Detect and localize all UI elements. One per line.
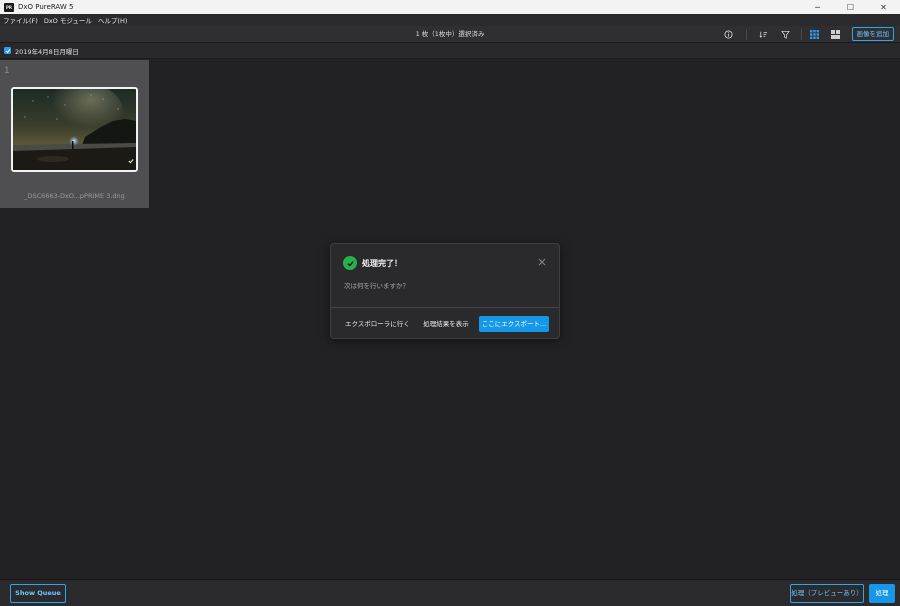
- date-group-header: 2019年4月8日月曜日: [0, 43, 900, 59]
- window-titlebar: PR DxO PureRAW 5 ─ ☐ ✕: [0, 0, 900, 14]
- process-button[interactable]: 処理: [869, 584, 895, 603]
- app-logo-icon: PR: [4, 2, 14, 12]
- selected-check-icon: [128, 149, 134, 168]
- add-image-button[interactable]: 画像を追加: [851, 27, 894, 41]
- compare-view-icon[interactable]: [830, 29, 841, 40]
- export-here-button[interactable]: ここにエクスポート...: [479, 316, 549, 332]
- thumbnail-filename: _DSC6663-DxO...pPRIME 3.dng: [24, 192, 125, 200]
- group-date-label: 2019年4月8日月曜日: [15, 47, 79, 56]
- group-select-checkbox[interactable]: [4, 47, 11, 54]
- toolbar-separator: [801, 29, 802, 40]
- processing-complete-dialog: 処理完了！ 次は何を行いますか？ エクスポローラに行く 処理結果を表示 ここにエ…: [330, 243, 560, 339]
- toolbar-separator: [746, 29, 747, 40]
- sort-icon[interactable]: [758, 29, 769, 40]
- process-with-preview-button[interactable]: 処理（プレビューあり）: [790, 584, 864, 603]
- filter-icon[interactable]: [780, 29, 791, 40]
- maximize-button[interactable]: ☐: [834, 0, 867, 14]
- info-icon[interactable]: [723, 29, 734, 40]
- thumbnail-index: 1: [4, 66, 10, 76]
- dialog-header: 処理完了！: [343, 256, 402, 270]
- grid-view-icon[interactable]: [809, 29, 820, 40]
- minimize-button[interactable]: ─: [801, 0, 834, 14]
- dialog-title: 処理完了！: [362, 258, 402, 268]
- menu-help[interactable]: ヘルプ(H): [98, 15, 127, 25]
- menu-file[interactable]: ファイル(F): [3, 15, 38, 25]
- window-controls: ─ ☐ ✕: [801, 0, 900, 14]
- window-title: DxO PureRAW 5: [18, 3, 74, 11]
- image-thumbnail-card[interactable]: 1 _DSC6663-DxO...pPRIME 3.dng: [0, 60, 149, 208]
- show-results-button[interactable]: 処理結果を表示: [418, 316, 474, 332]
- close-window-button[interactable]: ✕: [867, 0, 900, 14]
- toolbar: 1 枚（1枚中）選択済み 画像を追加: [0, 26, 900, 43]
- close-icon[interactable]: [537, 257, 547, 267]
- dialog-message: 次は何を行いますか？: [344, 282, 409, 290]
- bottom-bar: Show Queue 処理（プレビューあり） 処理: [0, 579, 900, 606]
- menu-dxo-modules[interactable]: DxO モジュール: [44, 15, 92, 25]
- show-queue-button[interactable]: Show Queue: [10, 584, 66, 603]
- dialog-divider: [331, 307, 559, 308]
- thumbnail-image[interactable]: [11, 87, 138, 172]
- go-to-explorer-button[interactable]: エクスポローラに行く: [345, 316, 410, 332]
- menu-bar: ファイル(F) DxO モジュール ヘルプ(H): [0, 14, 900, 26]
- success-check-icon: [343, 256, 357, 270]
